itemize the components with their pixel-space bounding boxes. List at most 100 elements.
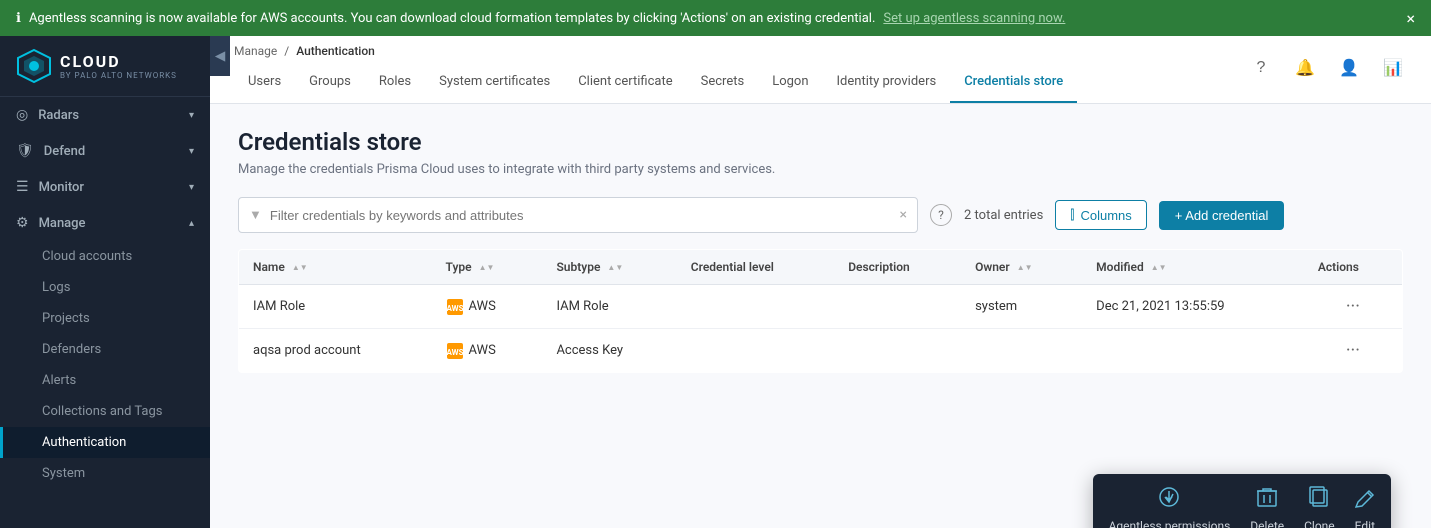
add-credential-button[interactable]: + Add credential xyxy=(1159,201,1285,230)
table-header-row: Name ▲▼ Type ▲▼ Subtype ▲▼ Credential xyxy=(239,250,1403,285)
sidebar-item-projects[interactable]: Projects xyxy=(0,303,210,334)
sidebar-nav: ◎ Radars ▾ 🛡 Defend ▾ ☰ Monitor ▾ ⚙ Mana… xyxy=(0,97,210,528)
breadcrumb-parent: Manage xyxy=(234,44,277,58)
ctx-delete[interactable]: Delete xyxy=(1250,486,1284,528)
sidebar-item-monitor[interactable]: ☰ Monitor ▾ xyxy=(0,169,210,205)
page-content: Credentials store Manage the credentials… xyxy=(210,104,1431,528)
svg-text:AWS: AWS xyxy=(446,348,463,357)
notifications-button[interactable]: 🔔 xyxy=(1291,54,1319,82)
actions-menu-button[interactable]: ··· xyxy=(1318,296,1388,317)
chevron-down-icon: ▾ xyxy=(189,182,194,193)
ctx-agentless-label: Agentless permissions xyxy=(1109,519,1231,528)
banner-content: ℹ Agentless scanning is now available fo… xyxy=(16,11,1065,26)
tab-groups[interactable]: Groups xyxy=(295,62,365,103)
filter-help-icon[interactable]: ? xyxy=(930,204,952,226)
notification-banner: ℹ Agentless scanning is now available fo… xyxy=(0,0,1431,36)
analytics-button[interactable]: 📊 xyxy=(1379,54,1407,82)
credentials-table: Name ▲▼ Type ▲▼ Subtype ▲▼ Credential xyxy=(238,249,1403,373)
row-type: AWS AWS xyxy=(432,329,543,373)
info-icon: ℹ xyxy=(16,11,21,26)
breadcrumb: Manage / Authentication xyxy=(234,36,1077,62)
row-owner xyxy=(961,329,1082,373)
tab-identity-providers[interactable]: Identity providers xyxy=(823,62,951,103)
filter-icon: ▼ xyxy=(249,207,262,223)
manage-icon: ⚙ xyxy=(16,215,29,231)
banner-message: Agentless scanning is now available for … xyxy=(29,11,875,26)
filter-clear-icon[interactable]: × xyxy=(900,207,907,223)
sidebar-collapse-button[interactable]: ◀ xyxy=(210,36,230,76)
sidebar-item-cloud-accounts[interactable]: Cloud accounts xyxy=(0,241,210,272)
sidebar-item-defenders[interactable]: Defenders xyxy=(0,334,210,365)
sidebar-item-system[interactable]: System xyxy=(0,458,210,489)
ctx-clone-label: Clone xyxy=(1304,519,1335,528)
user-profile-button[interactable]: 👤 xyxy=(1335,54,1363,82)
sort-icon[interactable]: ▲▼ xyxy=(1151,263,1167,272)
aws-icon: AWS xyxy=(446,342,464,360)
table-row: aqsa prod account AWS AWS Access Key xyxy=(239,329,1403,373)
chevron-up-icon: ▴ xyxy=(189,218,194,229)
row-owner: system xyxy=(961,285,1082,329)
tab-secrets[interactable]: Secrets xyxy=(687,62,759,103)
tab-system-certificates[interactable]: System certificates xyxy=(425,62,564,103)
col-credential-level: Credential level xyxy=(677,250,834,285)
ctx-agentless-permissions[interactable]: Agentless permissions xyxy=(1109,486,1231,528)
row-modified: Dec 21, 2021 13:55:59 xyxy=(1082,285,1304,329)
banner-close-icon[interactable]: × xyxy=(1406,9,1415,28)
col-owner: Owner ▲▼ xyxy=(961,250,1082,285)
sidebar-item-manage[interactable]: ⚙ Manage ▴ xyxy=(0,205,210,241)
top-nav-right: ? 🔔 👤 📊 xyxy=(1247,54,1407,86)
sidebar-item-collections[interactable]: Collections and Tags xyxy=(0,396,210,427)
row-type-label: AWS xyxy=(469,343,496,358)
sort-icon[interactable]: ▲▼ xyxy=(1017,263,1033,272)
breadcrumb-current: Authentication xyxy=(296,44,375,58)
defend-icon: 🛡 xyxy=(16,143,34,159)
sort-icon[interactable]: ▲▼ xyxy=(607,263,623,272)
page-title: Credentials store xyxy=(238,128,1403,156)
row-type: AWS AWS xyxy=(432,285,543,329)
row-name: aqsa prod account xyxy=(239,329,432,373)
nav-tabs: Users Groups Roles System certificates C… xyxy=(234,62,1077,103)
delete-icon xyxy=(1257,486,1277,513)
main-content: Manage / Authentication Users Groups Rol… xyxy=(210,36,1431,528)
top-nav: Manage / Authentication Users Groups Rol… xyxy=(210,36,1431,104)
aws-badge: AWS AWS xyxy=(446,298,529,316)
sidebar-item-logs[interactable]: Logs xyxy=(0,272,210,303)
sort-icon[interactable]: ▲▼ xyxy=(292,263,308,272)
actions-menu-button[interactable]: ··· xyxy=(1318,340,1388,361)
sidebar-label-monitor: Monitor xyxy=(39,180,84,195)
chevron-down-icon: ▾ xyxy=(189,110,194,121)
columns-button[interactable]: ⫿ Columns xyxy=(1055,200,1146,230)
columns-icon: ⫿ xyxy=(1070,207,1074,223)
sidebar-item-defend[interactable]: 🛡 Defend ▾ xyxy=(0,133,210,169)
tab-credentials-store[interactable]: Credentials store xyxy=(950,62,1077,103)
svg-text:AWS: AWS xyxy=(446,304,463,313)
tab-roles[interactable]: Roles xyxy=(365,62,425,103)
ctx-edit[interactable]: Edit xyxy=(1355,486,1375,528)
sidebar-item-alerts[interactable]: Alerts xyxy=(0,365,210,396)
tab-client-certificate[interactable]: Client certificate xyxy=(564,62,686,103)
tab-users[interactable]: Users xyxy=(234,62,295,103)
ctx-edit-label: Edit xyxy=(1355,519,1375,528)
columns-label: Columns xyxy=(1080,208,1131,223)
sidebar-label-defend: Defend xyxy=(44,144,85,159)
tab-logon[interactable]: Logon xyxy=(758,62,822,103)
row-subtype: Access Key xyxy=(542,329,676,373)
filter-input[interactable] xyxy=(270,208,900,223)
sort-icon[interactable]: ▲▼ xyxy=(479,263,495,272)
row-actions: ··· xyxy=(1304,285,1403,329)
sidebar-item-radars[interactable]: ◎ Radars ▾ xyxy=(0,97,210,133)
row-type-label: AWS xyxy=(469,299,496,314)
ctx-clone[interactable]: Clone xyxy=(1304,486,1335,528)
toolbar: ▼ × ? 2 total entries ⫿ Columns + Add cr… xyxy=(238,197,1403,233)
sidebar-label-manage: Manage xyxy=(39,216,86,231)
row-credential-level xyxy=(677,285,834,329)
clone-icon xyxy=(1309,486,1329,513)
help-button[interactable]: ? xyxy=(1247,54,1275,82)
sidebar-label-radars: Radars xyxy=(38,108,79,123)
col-name: Name ▲▼ xyxy=(239,250,432,285)
logo-cloud: CLOUD xyxy=(60,52,177,71)
radars-icon: ◎ xyxy=(16,107,28,123)
banner-link[interactable]: Set up agentless scanning now. xyxy=(883,11,1065,26)
row-modified xyxy=(1082,329,1304,373)
sidebar-item-authentication[interactable]: Authentication xyxy=(0,427,210,458)
